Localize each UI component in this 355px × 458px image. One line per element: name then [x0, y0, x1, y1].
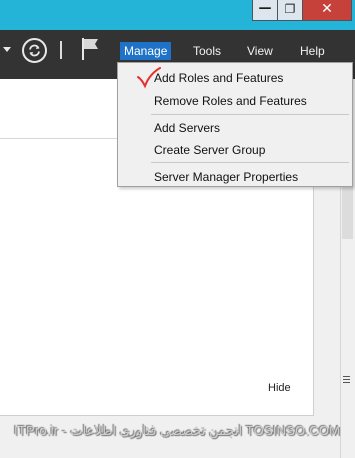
menu-view[interactable]: View: [243, 42, 277, 60]
menu-item-create-server-group[interactable]: Create Server Group: [154, 143, 265, 157]
flag-icon[interactable]: [80, 36, 100, 67]
hide-link[interactable]: Hide: [268, 382, 291, 394]
minimize-icon: —: [258, 1, 272, 16]
refresh-icon[interactable]: [22, 38, 47, 63]
menu-divider: [151, 162, 349, 163]
close-button[interactable]: ✕: [302, 0, 352, 21]
close-icon: ✕: [321, 1, 333, 17]
minimize-button[interactable]: —: [252, 0, 278, 21]
menu-item-remove-roles-features[interactable]: Remove Roles and Features: [154, 94, 307, 108]
menu-help[interactable]: Help: [296, 42, 329, 60]
maximize-button[interactable]: ❐: [277, 0, 303, 21]
maximize-icon: ❐: [284, 2, 296, 16]
menu-manage[interactable]: Manage: [120, 42, 172, 60]
menu-item-add-servers[interactable]: Add Servers: [154, 121, 220, 135]
grip-icon[interactable]: [343, 376, 350, 383]
dropdown-arrow-icon[interactable]: [3, 47, 11, 52]
menu-item-server-manager-properties[interactable]: Server Manager Properties: [154, 170, 298, 184]
menu-item-add-roles-features[interactable]: Add Roles and Features: [154, 71, 283, 85]
checkmark-icon: [136, 67, 162, 94]
menu-tools[interactable]: Tools: [189, 42, 225, 60]
toolbar-separator: [60, 41, 62, 59]
menu-divider: [151, 114, 349, 115]
watermark: ITPro.ir - انجمن تخصصی فناوری اطلاعات TO…: [14, 423, 341, 438]
